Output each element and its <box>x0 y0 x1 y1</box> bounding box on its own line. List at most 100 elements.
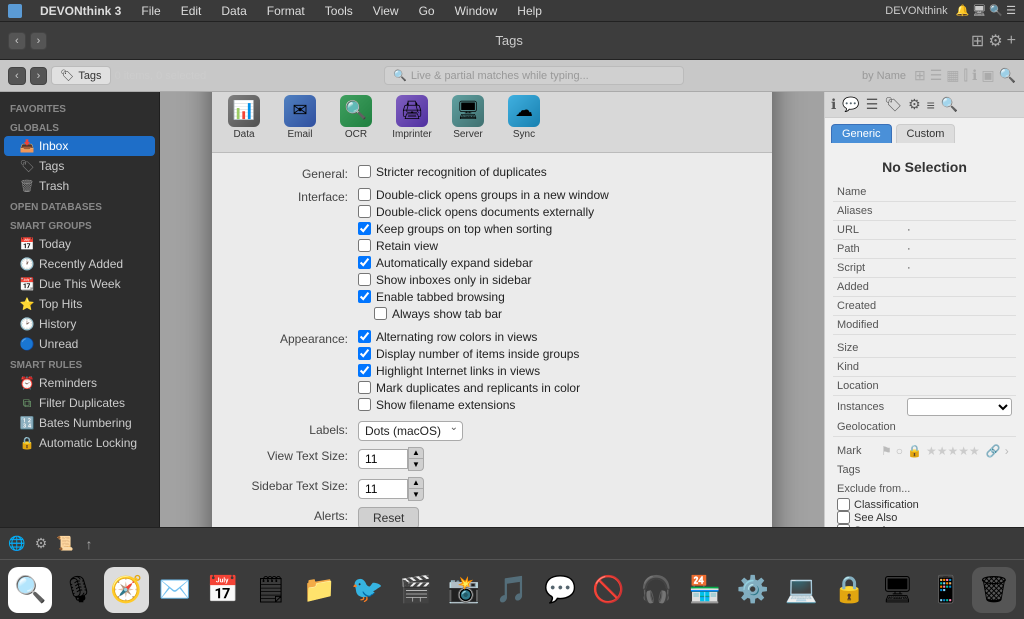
menu-data[interactable]: Data <box>217 4 250 18</box>
enable-tabbed-checkbox[interactable] <box>358 290 371 303</box>
rp-icon-lines[interactable]: ≡ <box>927 97 935 113</box>
dock-calendar[interactable]: 📅 <box>201 567 245 613</box>
dock-prefs[interactable]: ⚙️ <box>731 567 775 613</box>
alternating-row-checkbox[interactable] <box>358 330 371 343</box>
dock-files[interactable]: 📁 <box>297 567 341 613</box>
lock-icon[interactable]: 🔒 <box>907 444 922 458</box>
sidebar-text-size-up[interactable]: ▲ <box>408 477 424 489</box>
toolbar-icon-1[interactable]: ⊞ <box>971 31 984 51</box>
rp-instances-select[interactable] <box>907 398 1012 416</box>
dock-notes[interactable]: 🗒 <box>249 567 293 613</box>
dock-stop[interactable]: 🚫 <box>586 567 630 613</box>
pref-btn-email[interactable]: ✉ Email <box>274 92 326 144</box>
pref-btn-imprinter[interactable]: 🖨 Imprinter <box>386 92 438 144</box>
sidebar-item-trash[interactable]: 🗑 Trash <box>4 176 155 196</box>
stricter-recognition-checkbox[interactable] <box>358 165 371 178</box>
menu-go[interactable]: Go <box>415 4 439 18</box>
bottom-icon-script[interactable]: 📜 <box>56 535 74 553</box>
rp-icon-search[interactable]: 🔍 <box>941 96 958 113</box>
see-also-checkbox[interactable] <box>837 511 850 524</box>
view-text-size-input[interactable] <box>358 449 408 469</box>
dock-appstore[interactable]: 🏪 <box>683 567 727 613</box>
sidebar-item-reminders[interactable]: ⏰ Reminders <box>4 373 155 393</box>
toolbar-back[interactable]: ‹ <box>8 32 26 50</box>
dock-messages[interactable]: 💬 <box>538 567 582 613</box>
keep-groups-top-checkbox[interactable] <box>358 222 371 235</box>
view-text-size-down[interactable]: ▼ <box>408 459 424 471</box>
show-filename-checkbox[interactable] <box>358 398 371 411</box>
retain-view-checkbox[interactable] <box>358 239 371 252</box>
sidebar-item-recently-added[interactable]: 🕐 Recently Added <box>4 254 155 274</box>
widescreen-icon[interactable]: ▣ <box>981 67 994 84</box>
mark-duplicates-checkbox[interactable] <box>358 381 371 394</box>
dock-monitor[interactable]: 🖥 <box>875 567 919 613</box>
tags-tab[interactable]: 🏷 Tags <box>51 66 110 85</box>
view-icon-3[interactable]: ▦ <box>946 67 959 84</box>
menu-help[interactable]: Help <box>513 4 546 18</box>
link-icon[interactable]: 🔗 <box>986 444 1001 458</box>
classification-checkbox[interactable] <box>837 498 850 511</box>
dock-music[interactable]: 🎵 <box>490 567 534 613</box>
sidebar-item-inbox[interactable]: 📥 Inbox <box>4 136 155 156</box>
sidebar-text-size-down[interactable]: ▼ <box>408 489 424 501</box>
rp-tab-custom[interactable]: Custom <box>896 124 956 143</box>
display-number-checkbox[interactable] <box>358 347 371 360</box>
pref-btn-data[interactable]: 📊 Data <box>218 92 270 144</box>
toolbar-forward[interactable]: › <box>30 32 48 50</box>
highlight-internet-checkbox[interactable] <box>358 364 371 377</box>
dock-photos[interactable]: 📸 <box>442 567 486 613</box>
view-icon-2[interactable]: ☰ <box>930 67 943 84</box>
pref-btn-ocr[interactable]: 🔍 OCR <box>330 92 382 144</box>
menu-format[interactable]: Format <box>263 4 309 18</box>
dock-devonthink[interactable]: 💻 <box>779 567 823 613</box>
search-btn[interactable]: 🔍 <box>999 67 1016 84</box>
bottom-icon-settings[interactable]: ⚙ <box>32 535 50 553</box>
tab-back[interactable]: ‹ <box>8 67 26 85</box>
sidebar-item-today[interactable]: 📅 Today <box>4 234 155 254</box>
double-click-docs-checkbox[interactable] <box>358 205 371 218</box>
menu-tools[interactable]: Tools <box>321 4 357 18</box>
tab-forward[interactable]: › <box>30 67 48 85</box>
bottom-icon-share[interactable]: ↑ <box>80 535 98 553</box>
reset-button[interactable]: Reset <box>358 507 419 528</box>
pref-btn-server[interactable]: 🖥 Server <box>442 92 494 144</box>
more-icon[interactable]: › <box>1005 444 1009 458</box>
flag-icon[interactable]: ⚑ <box>881 444 892 458</box>
sidebar-item-unread[interactable]: 🔵 Unread <box>4 334 155 354</box>
dock-safari[interactable]: 🧭 <box>104 567 148 613</box>
bottom-icon-globe[interactable]: 🌐 <box>8 535 26 553</box>
sort-label[interactable]: by Name <box>862 70 906 82</box>
rp-icon-tag[interactable]: 🏷 <box>884 96 902 113</box>
always-show-tab-checkbox[interactable] <box>374 307 387 320</box>
show-inboxes-checkbox[interactable] <box>358 273 371 286</box>
menu-file[interactable]: File <box>137 4 164 18</box>
sidebar-text-size-input[interactable] <box>358 479 408 499</box>
sidebar-item-bates-numbering[interactable]: 🔢 Bates Numbering <box>4 413 155 433</box>
view-text-size-up[interactable]: ▲ <box>408 447 424 459</box>
info-icon[interactable]: ℹ <box>972 67 977 84</box>
star-rating[interactable]: ★★★★★ <box>926 444 980 458</box>
rp-tab-generic[interactable]: Generic <box>831 124 892 143</box>
rp-icon-list[interactable]: ☰ <box>866 96 879 113</box>
dock-finder[interactable]: 🔍 <box>8 567 52 613</box>
dock-video[interactable]: 🎬 <box>394 567 438 613</box>
view-icon-1[interactable]: ⊞ <box>914 67 926 84</box>
rp-icon-chat[interactable]: 💬 <box>842 96 859 113</box>
dock-mail[interactable]: ✉️ <box>153 567 197 613</box>
sidebar-item-due-this-week[interactable]: 📆 Due This Week <box>4 274 155 294</box>
menu-edit[interactable]: Edit <box>177 4 206 18</box>
pref-btn-sync[interactable]: ☁ Sync <box>498 92 550 144</box>
dock-siri[interactable]: 🎙 <box>56 567 100 613</box>
rp-icon-gear[interactable]: ⚙ <box>908 96 921 113</box>
view-icon-4[interactable]: ⫿ <box>964 67 968 84</box>
menu-window[interactable]: Window <box>451 4 502 18</box>
dock-podcasts[interactable]: 🎧 <box>634 567 678 613</box>
labels-select[interactable]: Dots (macOS) Text Labels None <box>358 421 463 441</box>
rp-icon-info[interactable]: ℹ <box>831 96 836 113</box>
dock-twitter[interactable]: 🐦 <box>345 567 389 613</box>
menu-view[interactable]: View <box>369 4 403 18</box>
sidebar-item-filter-duplicates[interactable]: ⧉ Filter Duplicates <box>4 393 155 413</box>
dock-trash[interactable]: 🗑 <box>972 567 1016 613</box>
sidebar-item-tags[interactable]: 🏷 Tags <box>4 156 155 176</box>
auto-expand-sidebar-checkbox[interactable] <box>358 256 371 269</box>
